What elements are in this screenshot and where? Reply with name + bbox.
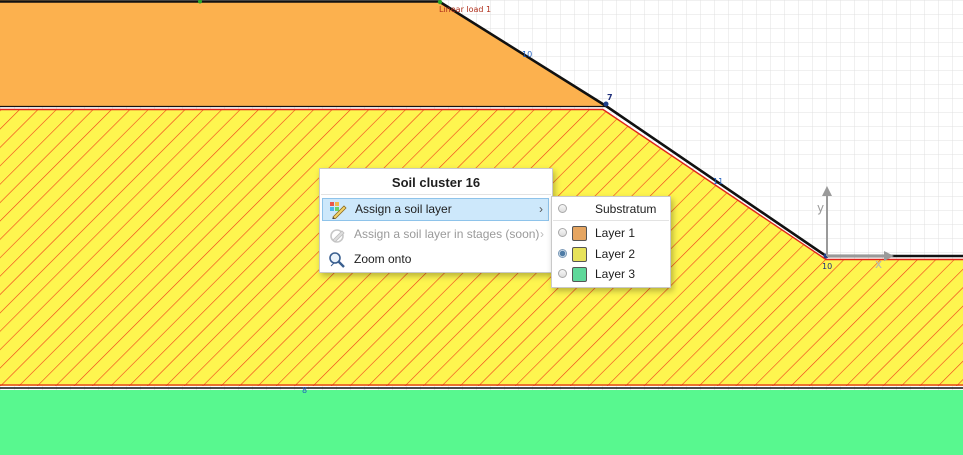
point-label: 10 — [522, 50, 532, 59]
x-axis-label: x — [875, 257, 882, 271]
menu-item-label: Zoom onto — [354, 252, 412, 266]
submenu-item-label: Substratum — [595, 202, 657, 216]
menu-divider — [321, 194, 551, 195]
submenu-item-layer-1[interactable]: Layer 1 — [552, 223, 670, 243]
point-label: 7 — [607, 93, 613, 102]
geometry-point[interactable] — [437, 0, 443, 5]
assign-stages-icon — [330, 229, 345, 243]
soil-layer-submenu: Substratum Layer 1 Layer 2 Layer 3 — [551, 196, 671, 288]
radio-button-selected[interactable] — [558, 249, 567, 258]
menu-item-zoom-onto[interactable]: Zoom onto — [322, 248, 549, 271]
menu-item-assign-in-stages: Assign a soil layer in stages (soon) › — [322, 223, 549, 246]
layer-color-swatch — [572, 226, 587, 241]
point-label: 8 — [302, 386, 307, 395]
submenu-item-label: Layer 1 — [595, 226, 636, 240]
point-label: 11 — [713, 177, 723, 186]
zoom-icon — [329, 252, 345, 268]
menu-item-label: Assign a soil layer in stages (soon) — [354, 227, 540, 241]
layer-color-swatch — [572, 247, 587, 262]
radio-button[interactable] — [558, 204, 567, 213]
submenu-item-label: Layer 2 — [595, 247, 636, 261]
chevron-right-icon: › — [539, 202, 543, 216]
radio-button[interactable] — [558, 228, 567, 237]
soil-cluster-context-menu: Soil cluster 16 Assign a soil layer › As… — [319, 168, 553, 273]
submenu-item-layer-2[interactable]: Layer 2 — [552, 244, 670, 264]
menu-item-label: Assign a soil layer — [355, 202, 452, 216]
submenu-item-layer-3[interactable]: Layer 3 — [552, 264, 670, 284]
assign-layer-icon — [330, 202, 347, 219]
geometry-point[interactable] — [603, 101, 609, 107]
layer-color-swatch — [572, 267, 587, 282]
chevron-right-icon: › — [540, 227, 544, 241]
soil-cluster-layer3[interactable] — [0, 390, 963, 455]
linear-load-label[interactable]: Linear load 1 — [439, 5, 491, 14]
context-menu-title: Soil cluster 16 — [391, 175, 481, 190]
submenu-item-label: Layer 3 — [595, 267, 636, 281]
menu-item-assign-soil-layer[interactable]: Assign a soil layer › — [322, 198, 549, 221]
y-axis-label: y — [817, 201, 824, 215]
point-label: 10 — [822, 262, 832, 271]
submenu-divider — [553, 220, 669, 221]
submenu-item-substratum[interactable]: Substratum — [552, 199, 670, 219]
radio-button[interactable] — [558, 269, 567, 278]
